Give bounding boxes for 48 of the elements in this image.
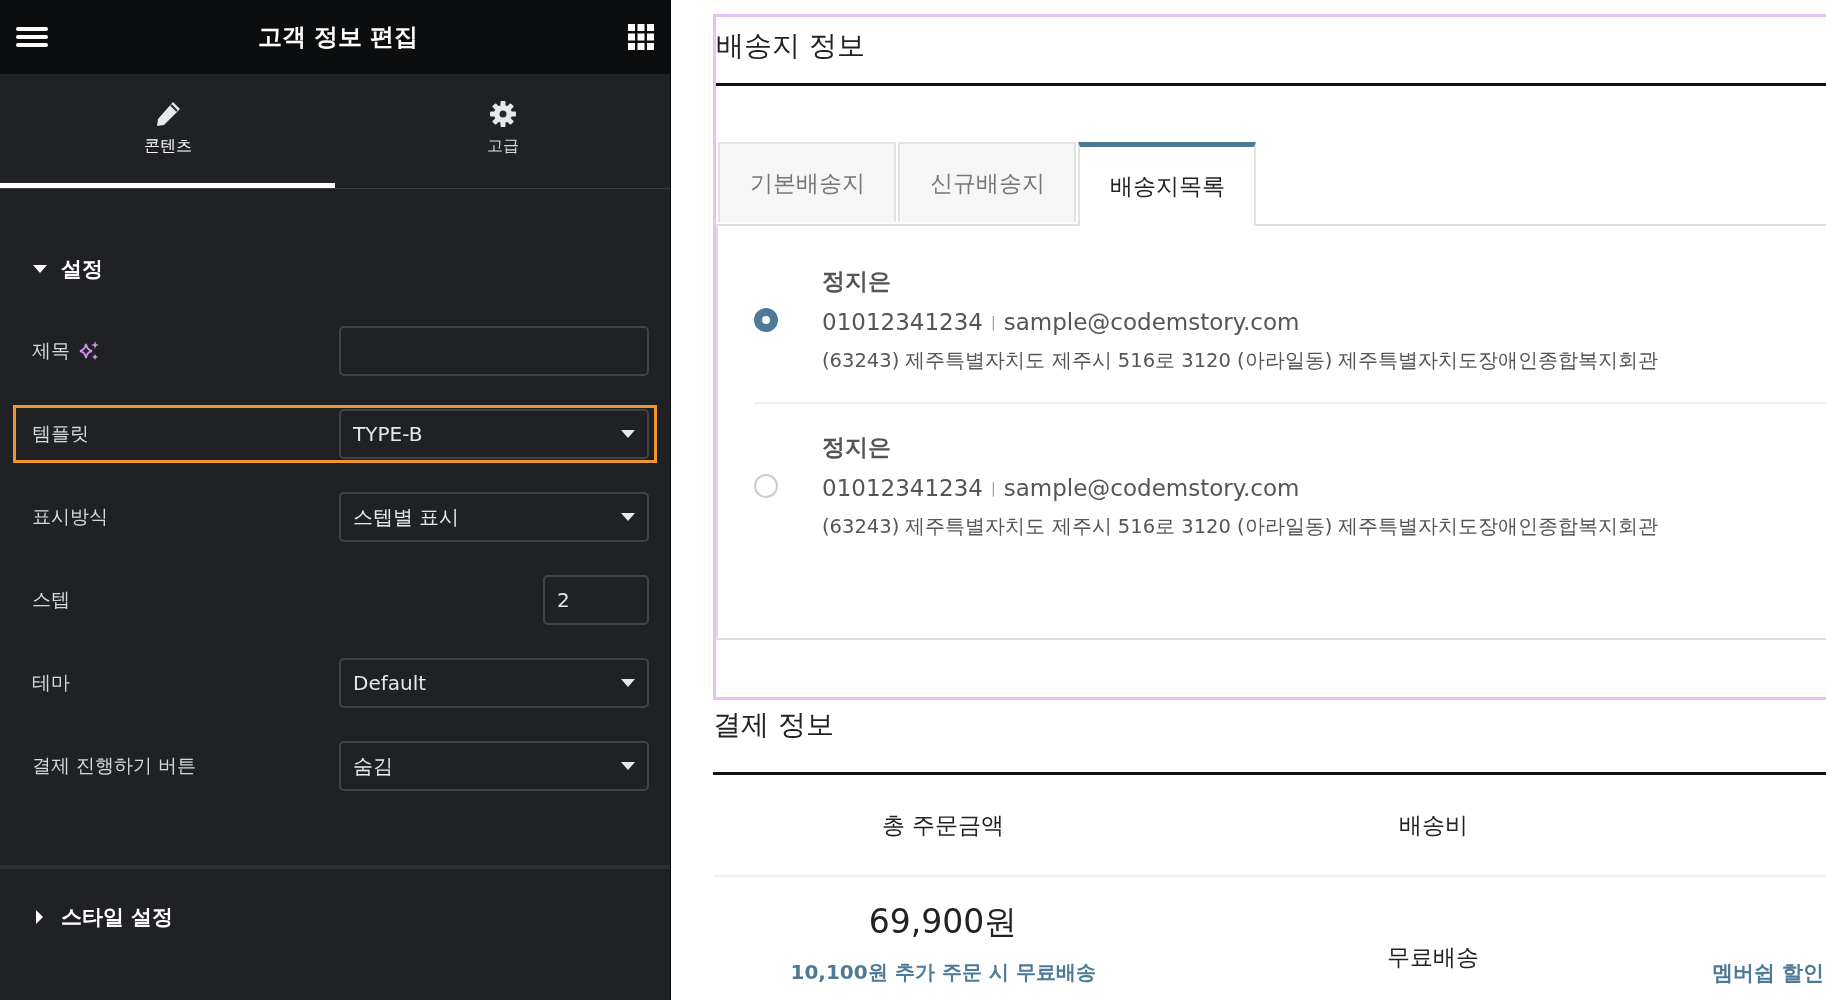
number-input[interactable]: 2: [543, 575, 649, 625]
total-amount: 69,900원: [868, 901, 1018, 943]
panel-title: 고객 정보 편집: [257, 22, 419, 53]
column-header: 총 주문금액: [880, 810, 1006, 840]
address-tab[interactable]: 기본배송지: [718, 142, 896, 222]
phone-number: 01012341234: [822, 475, 983, 501]
column-header: 배송비: [1397, 810, 1469, 840]
radio-button[interactable]: [754, 474, 778, 498]
membership-discount-link[interactable]: 멤버쉽 할인: [1711, 959, 1824, 987]
text-input[interactable]: [339, 326, 649, 376]
caret-down-icon: [33, 264, 47, 274]
radio-button[interactable]: [754, 308, 778, 332]
caret-down-icon: [621, 513, 635, 521]
select-dropdown[interactable]: Default: [339, 658, 649, 708]
apps-grid-icon[interactable]: [628, 24, 654, 50]
caret-down-icon: [621, 679, 635, 687]
field-label: 제목: [32, 338, 70, 363]
address-text: (63243) 제주특별자치도 제주시 516로 3120 (아라일동) 제주특별자치도장애인종합복지회관: [822, 514, 1659, 540]
address-tab[interactable]: 배송지목록: [1078, 142, 1256, 226]
shipping-fee: 무료배송: [1386, 942, 1480, 972]
email: sample@codemstory.com: [1003, 309, 1300, 335]
settings-section-toggle[interactable]: 설정: [16, 255, 103, 283]
select-dropdown[interactable]: 숨김: [339, 741, 649, 791]
caret-down-icon: [621, 762, 635, 770]
section-title: 결제 정보: [713, 707, 835, 743]
field-label: 표시방식: [32, 504, 108, 529]
field-label: 테마: [32, 670, 70, 695]
field-label: 결제 진행하기 버튼: [32, 753, 197, 778]
gear-icon: [488, 100, 517, 128]
style-section-toggle[interactable]: 스타일 설정: [16, 903, 174, 931]
recipient-name: 정지은: [822, 267, 892, 296]
separator: |: [990, 314, 996, 330]
select-dropdown[interactable]: 스텝별 표시: [339, 492, 649, 542]
panel-tab[interactable]: 콘텐츠: [0, 74, 335, 188]
phone-number: 01012341234: [822, 309, 983, 335]
address-tab[interactable]: 신규배송지: [898, 142, 1076, 222]
email: sample@codemstory.com: [1003, 475, 1300, 501]
separator: |: [990, 480, 996, 496]
field-label: 스텝: [32, 587, 70, 612]
field-label: 템플릿: [32, 421, 89, 446]
caret-down-icon: [621, 430, 635, 438]
free-shipping-note: 10,100원 추가 주문 시 무료배송: [790, 959, 1096, 986]
select-dropdown[interactable]: TYPE-B: [339, 409, 649, 459]
address-text: (63243) 제주특별자치도 제주시 516로 3120 (아라일동) 제주특별자치도장애인종합복지회관: [822, 348, 1659, 374]
menu-icon[interactable]: [16, 25, 48, 49]
recipient-name: 정지은: [822, 433, 892, 462]
panel-tab[interactable]: 고급: [335, 74, 670, 188]
section-title: 배송지 정보: [716, 17, 1826, 86]
